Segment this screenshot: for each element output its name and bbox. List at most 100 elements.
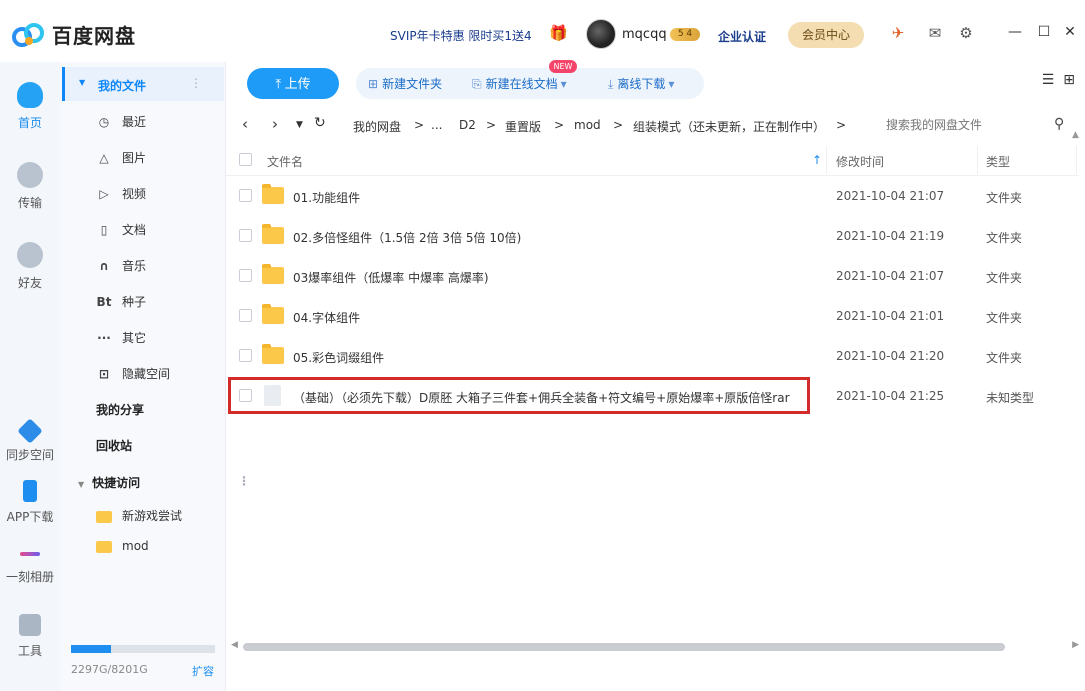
sidebar-my-files[interactable]: ▼ 我的文件 ⋮ [62,67,224,101]
sidebar-item[interactable]: ··· 其它 [96,329,146,346]
member-center-button[interactable]: 会员中心 [788,22,864,48]
sidebar-item[interactable]: Bt 种子 [96,293,146,310]
play-icon: ▷ [99,186,109,201]
table-row[interactable]: 03爆率组件（低爆率 中爆率 高爆率) 2021-10-04 21:07 文件夹 [226,256,1079,296]
scroll-left-icon[interactable]: ◀ [231,640,238,650]
file-name[interactable]: 03爆率组件（低爆率 中爆率 高爆率) [293,269,489,286]
gift-icon[interactable]: 🎁 [549,24,568,42]
new-folder-button[interactable]: ⊞ 新建文件夹 [368,75,442,92]
table-row[interactable]: 05.彩色词缀组件 2021-10-04 21:20 文件夹 [226,336,1079,376]
left-rail: 首页 传输 好友 同步空间 APP下载 一刻相册 工具 [0,62,60,691]
sidebar-recycle-bin[interactable]: 回收站 [96,437,132,454]
history-dropdown-icon[interactable]: ▼ [296,120,303,130]
rail-album[interactable]: 一刻相册 [0,542,60,585]
crumb-root[interactable]: 我的网盘 [353,118,401,135]
rail-transfer-label: 传输 [17,196,42,210]
crumb-mod[interactable]: mod [574,118,601,132]
rail-home[interactable]: 首页 [0,82,60,131]
crumb-reset[interactable]: 重置版 [505,118,541,135]
quick-item-mod[interactable]: mod [96,539,149,553]
upload-button[interactable]: ⤒ 上传 [247,68,339,99]
more-vertical-icon[interactable]: ⋮ [190,76,202,90]
sidebar-item[interactable]: ⊡ 隐藏空间 [96,365,170,382]
username[interactable]: mqcqq [622,27,667,42]
rail-friends[interactable]: 好友 [0,242,60,291]
table-row[interactable]: 02.多倍怪组件（1.5倍 2倍 3倍 5倍 10倍) 2021-10-04 21… [226,216,1079,256]
file-name[interactable]: 01.功能组件 [293,189,360,206]
rail-sync[interactable]: 同步空间 [0,418,60,463]
crumb-ellipsis[interactable]: ... [431,118,442,132]
mail-icon[interactable]: ✉ [926,24,944,42]
header-type[interactable]: 类型 [986,153,1010,170]
file-name[interactable]: 04.字体组件 [293,309,360,326]
column-divider[interactable] [826,146,827,174]
column-divider[interactable] [977,146,978,174]
table-row[interactable]: 04.字体组件 2021-10-04 21:01 文件夹 [226,296,1079,336]
svip-promo-link[interactable]: SVIP年卡特惠 限时买1送4 [390,27,532,44]
enterprise-cert-link[interactable]: 企业认证 [718,28,766,45]
table-row[interactable]: 01.功能组件 2021-10-04 21:07 文件夹 [226,176,1079,216]
file-type: 文件夹 [986,191,1023,205]
sidebar-my-share[interactable]: 我的分享 [96,401,144,418]
sidebar-item-label: 视频 [122,187,147,201]
baidu-cloud-logo-icon [12,22,44,47]
back-icon[interactable]: ‹ [242,115,248,133]
quick-item-new-game[interactable]: 新游戏尝试 [96,507,182,524]
row-checkbox[interactable] [239,189,252,202]
expand-storage-link[interactable]: 扩容 [192,663,214,679]
avatar[interactable] [586,19,616,49]
column-divider[interactable] [1076,146,1077,174]
sidebar-quick-access[interactable]: ▼ 快捷访问 ⋮ [78,474,250,491]
sidebar-item[interactable]: △ 图片 [96,149,146,166]
sidebar-item-label: 文档 [122,223,147,237]
forward-icon[interactable]: › [272,115,278,133]
add-doc-icon: ⎘ [472,77,482,91]
tools-icon [19,614,41,636]
search-input[interactable] [878,111,1074,139]
sidebar: ▼ 我的文件 ⋮ ◷ 最近 △ 图片 ▷ 视频 ▯ 文档 ∩ 音乐 Bt 种子 ··· 其它 ⊡ 隐藏空间 我… [60,62,250,691]
minimize-icon[interactable]: — [1006,24,1024,40]
crumb-d2[interactable]: D2 [459,118,476,132]
header-modified[interactable]: 修改时间 [836,153,884,170]
crumb-current[interactable]: 组装模式（还未更新，正在制作中） [633,118,825,135]
rail-app-download[interactable]: APP下载 [0,480,60,525]
rail-tools[interactable]: 工具 [0,614,60,659]
row-checkbox[interactable] [239,269,252,282]
header-filename[interactable]: 文件名 [267,153,303,170]
offline-download-label: 离线下载 [617,77,666,91]
app-logo[interactable]: 百度网盘 [12,20,136,49]
vip-level-badge[interactable]: 5 4 [670,28,700,41]
rail-transfer[interactable]: 传输 [0,162,60,211]
toolbar-action-group: ⊞ 新建文件夹 ⎘ 新建在线文档 ▾ ⤓ 离线下载 ▾ [356,68,704,99]
row-checkbox[interactable] [239,349,252,362]
offline-download-button[interactable]: ⤓ 离线下载 ▾ [608,75,678,92]
row-checkbox[interactable] [239,229,252,242]
select-all-checkbox[interactable] [239,153,252,166]
game-icon[interactable]: ✈ [889,24,907,42]
file-modified-time: 2021-10-04 21:19 [836,229,945,243]
close-icon[interactable]: ✕ [1061,24,1079,40]
horizontal-scrollbar[interactable]: ◀ ▶ [231,640,1079,651]
new-online-doc-button[interactable]: ⎘ 新建在线文档 ▾ [472,75,571,92]
horizontal-scrollbar-thumb[interactable] [243,643,1005,651]
grid-view-icon[interactable]: ⊞ [1063,72,1075,88]
settings-icon[interactable]: ⚙ [957,24,975,42]
sidebar-item[interactable]: ∩ 音乐 [96,257,146,274]
file-name[interactable]: 02.多倍怪组件（1.5倍 2倍 3倍 5倍 10倍) [293,229,521,246]
search-icon[interactable]: ⚲ [1054,116,1064,132]
sidebar-item[interactable]: ◷ 最近 [96,113,146,130]
scroll-right-icon[interactable]: ▶ [1072,640,1079,650]
scroll-up-icon[interactable]: ▲ [1072,130,1079,140]
rail-home-label: 首页 [17,116,42,130]
sidebar-item-label: 其它 [122,331,147,345]
more-vertical-icon[interactable]: ⋮ [238,474,250,488]
sort-asc-icon[interactable]: ↑ [812,153,822,167]
sort-icon[interactable]: ☰ [1042,72,1055,88]
refresh-icon[interactable]: ↻ [314,115,326,131]
sidebar-item[interactable]: ▷ 视频 [96,185,146,202]
friends-icon [17,242,43,268]
row-checkbox[interactable] [239,309,252,322]
sidebar-item[interactable]: ▯ 文档 [96,221,146,238]
maximize-icon[interactable]: ☐ [1035,24,1053,40]
file-name[interactable]: 05.彩色词缀组件 [293,349,384,366]
